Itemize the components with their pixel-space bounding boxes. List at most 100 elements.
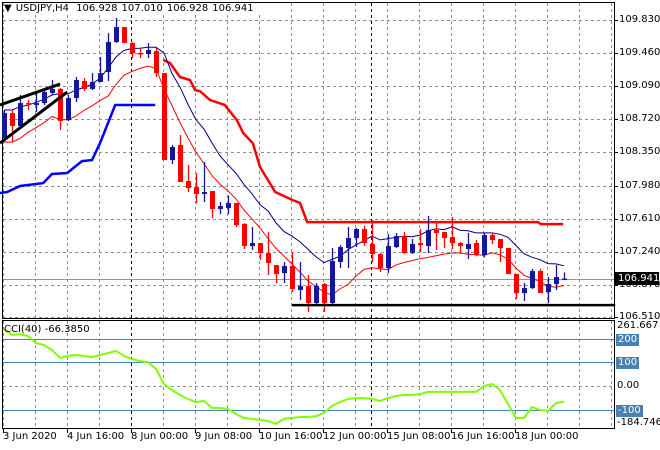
bull-candle-body: [34, 103, 39, 106]
ohlc-close: 106.941: [212, 3, 254, 14]
upper-trendline: [0, 82, 61, 107]
time-axis-label: 12 Jun 00:00: [323, 431, 387, 442]
time-axis-label: 3 Jun 2020: [3, 431, 57, 442]
bull-candle-body: [106, 42, 111, 72]
cci-scale-max: 261.667: [617, 320, 659, 331]
trading-chart-window: ▼ USDJPY,H4 106.928 107.010 106.928 106.941 …: [0, 0, 660, 450]
bull-candle-body: [314, 286, 319, 303]
bull-candle-body: [346, 238, 351, 249]
bull-candle-body: [250, 243, 255, 247]
bull-candle-body: [282, 266, 287, 274]
bull-candle-body: [74, 80, 79, 99]
cci-header: CCI(40) -66.3850: [4, 324, 90, 335]
bear-candle-body: [26, 103, 31, 105]
time-axis-label: 18 Jun 00:00: [515, 431, 579, 442]
bull-candle-body: [50, 89, 55, 94]
bear-candle-body: [138, 53, 143, 55]
bear-candle-body: [154, 51, 159, 74]
price-axis-label: 107.610: [619, 213, 660, 224]
main-pane-frame: [2, 2, 615, 319]
price-chart-canvas[interactable]: [0, 0, 660, 450]
symbol-timeframe: USDJPY,H4: [15, 3, 69, 14]
price-axis-label: 108.720: [619, 113, 660, 124]
bear-candle-body: [290, 266, 295, 290]
cci-value: -66.3850: [44, 324, 90, 335]
price-axis-label: 109.090: [619, 80, 660, 91]
bear-candle-body: [82, 81, 87, 90]
bear-candle-body: [450, 237, 455, 244]
bear-candle-body: [402, 236, 407, 254]
bear-candle-body: [58, 89, 63, 122]
cci-level-label: 200: [616, 333, 640, 346]
bear-candle-body: [506, 248, 511, 275]
bear-candle-body: [474, 243, 479, 256]
bull-candle-body: [386, 246, 391, 269]
bull-candle-body: [330, 261, 335, 303]
chart-header: ▼ USDJPY,H4 106.928 107.010 106.928 106.941: [4, 3, 260, 14]
bear-candle-body: [186, 181, 191, 189]
cci-level-label: 100: [616, 356, 640, 369]
bull-candle-body: [410, 244, 415, 254]
bull-candle-body: [338, 247, 343, 263]
bear-candle-body: [162, 73, 167, 161]
bear-candle-body: [266, 253, 271, 263]
ma-low-line: [4, 65, 565, 296]
upper-channel-line: [162, 58, 564, 226]
current-price-label: 106.941: [615, 272, 659, 285]
bear-candle-body: [10, 113, 15, 127]
price-axis-label: 107.980: [619, 180, 660, 191]
bull-candle-body: [114, 27, 119, 43]
bull-candle-body: [426, 230, 431, 247]
cci-level-label: -100: [616, 404, 643, 417]
bear-candle-body: [306, 286, 311, 303]
bull-candle-body: [146, 50, 151, 55]
bull-candle-body: [354, 229, 359, 239]
bear-candle-body: [362, 229, 367, 244]
bull-candle-body: [298, 286, 303, 291]
bear-candle-body: [378, 254, 383, 269]
price-axis-label: 109.830: [619, 14, 660, 25]
cci-line: [3, 328, 565, 426]
bull-candle-body: [522, 288, 527, 294]
collapse-triangle-icon[interactable]: ▼: [4, 3, 12, 14]
bull-candle-body: [562, 278, 567, 281]
price-axis-label: 108.350: [619, 146, 660, 157]
cci-zero-label: 0.00: [617, 380, 640, 391]
bull-candle-body: [170, 147, 175, 161]
ohlc-high: 107.010: [121, 3, 163, 14]
bear-candle-body: [210, 191, 215, 210]
bull-candle-body: [554, 277, 559, 285]
bear-candle-body: [322, 284, 327, 303]
bull-candle-body: [482, 235, 487, 256]
price-axis-label: 107.240: [619, 246, 660, 257]
bear-candle-body: [370, 244, 375, 255]
cci-scale-min: -184.746: [617, 417, 660, 428]
time-axis-label: 15 Jun 08:00: [387, 431, 451, 442]
bull-candle-body: [18, 103, 23, 127]
time-axis-label: 4 Jun 16:00: [67, 431, 125, 442]
ma-high-line: [4, 46, 565, 267]
bull-candle-body: [66, 98, 71, 121]
cci-label: CCI(40): [4, 324, 42, 335]
time-axis-label: 8 Jun 00:00: [131, 431, 189, 442]
bull-candle-body: [218, 206, 223, 210]
price-axis-label: 109.460: [619, 47, 660, 58]
bear-candle-body: [258, 243, 263, 254]
bull-candle-body: [546, 284, 551, 293]
time-axis-label: 9 Jun 08:00: [195, 431, 253, 442]
bear-candle-body: [242, 224, 247, 247]
bear-candle-body: [130, 43, 135, 54]
bull-candle-body: [394, 236, 399, 248]
bear-candle-body: [490, 235, 495, 241]
bull-candle-body: [466, 244, 471, 250]
bear-candle-body: [442, 232, 447, 239]
bull-candle-body: [90, 82, 95, 90]
bull-candle-body: [42, 92, 47, 104]
bear-candle-body: [458, 243, 463, 247]
bear-candle-body: [538, 271, 543, 294]
bull-candle-body: [2, 113, 7, 139]
bull-candle-body: [98, 73, 103, 83]
bear-candle-body: [418, 243, 423, 246]
bear-candle-body: [274, 265, 279, 275]
bear-candle-body: [194, 187, 199, 194]
